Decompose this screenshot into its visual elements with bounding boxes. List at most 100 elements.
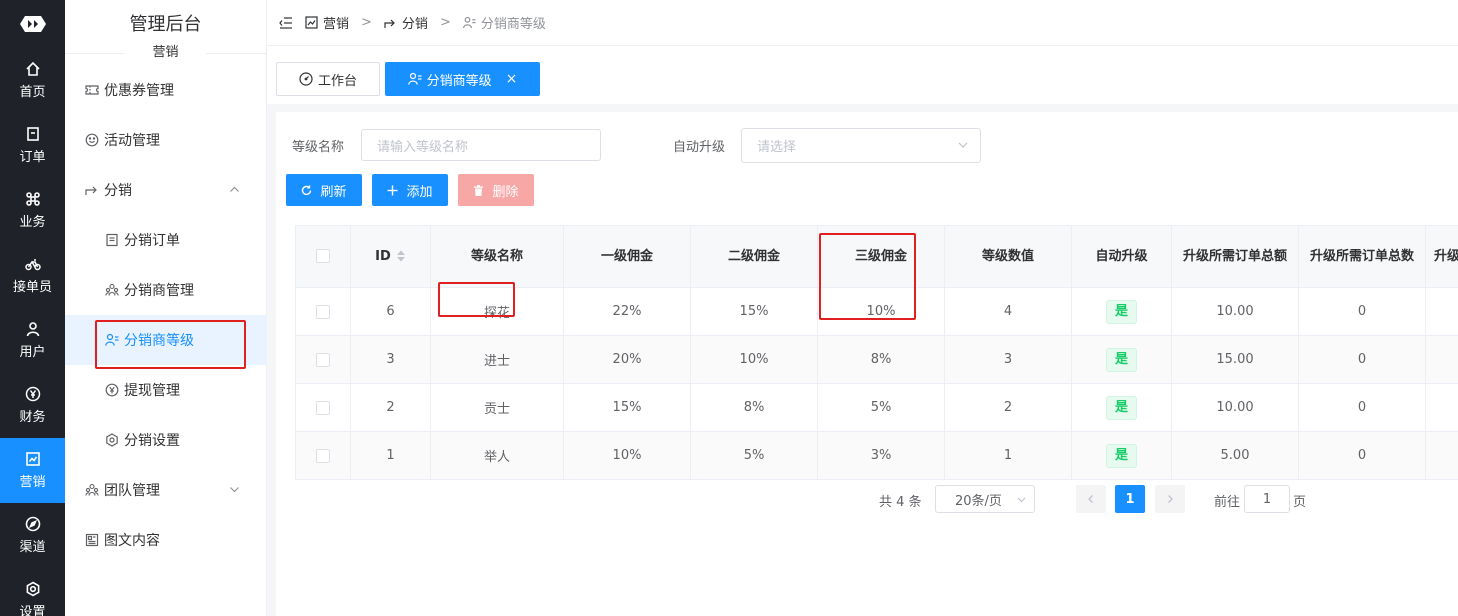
chevron-down-icon (1017, 497, 1026, 503)
auto-upgrade-tag: 是 (1105, 347, 1137, 372)
money-icon (105, 383, 119, 397)
auto-upgrade-select[interactable]: 请选择 (741, 128, 981, 163)
page-size-select[interactable]: 20条/页 (935, 485, 1035, 513)
home-icon (25, 61, 40, 76)
rail-item-label: 设置 (19, 605, 46, 616)
rail-item-label: 渠道 (19, 540, 46, 555)
sidebar-item-withdrawals[interactable]: 提现管理 (65, 365, 267, 415)
ticket-icon (85, 85, 99, 95)
sidebar-item-distribution-settings[interactable]: 分销设置 (65, 415, 267, 465)
row-select-cell[interactable] (295, 383, 351, 432)
select-all-checkbox[interactable] (316, 249, 330, 263)
cell-level-value: 2 (944, 383, 1072, 432)
content-panel: 等级名称 请输入等级名称 自动升级 请选择 刷新 添加 删除 ID 等级名称 一… (276, 112, 1458, 616)
auto-upgrade-label: 自动升级 (673, 140, 726, 155)
cell-auto-upgrade: 是 (1071, 431, 1172, 480)
add-button[interactable]: 添加 (372, 174, 448, 206)
row-checkbox[interactable] (316, 304, 330, 319)
sidebar-item-coupons[interactable]: 优惠券管理 (65, 65, 267, 115)
sidebar-item-distributor-levels[interactable]: 分销商等级 (65, 315, 267, 365)
sidebar-item-label: 分销 (104, 183, 132, 199)
next-page-button[interactable] (1155, 485, 1185, 513)
cell-commission-3: 3% (817, 431, 945, 480)
breadcrumb-item-distribution[interactable]: 分销 (384, 13, 428, 32)
row-select-cell[interactable] (295, 335, 351, 384)
rail-item-settings[interactable]: 设置 (0, 568, 65, 616)
rail-item-order[interactable]: 订单 (0, 113, 65, 178)
rail-item-finance[interactable]: 财务 (0, 373, 65, 438)
logo-icon (19, 16, 46, 32)
breadcrumb-item-marketing[interactable]: 营销 (305, 13, 349, 32)
rail-item-home[interactable]: 首页 (0, 48, 65, 113)
row-checkbox[interactable] (316, 400, 330, 415)
cell-upgrade-count: 0 (1298, 383, 1426, 432)
row-select-cell[interactable] (295, 287, 351, 336)
table-row[interactable]: 1 举人 10% 5% 3% 1 是 5.00 0 (295, 431, 1458, 480)
user-list-icon (407, 72, 422, 85)
app-logo[interactable] (0, 0, 65, 48)
rail-item-business[interactable]: 业务 (0, 178, 65, 243)
levels-table: ID 等级名称 一级佣金 二级佣金 三级佣金 等级数值 自动升级 升级所需订单总… (295, 225, 1458, 480)
row-checkbox[interactable] (316, 352, 330, 367)
cell-level-value: 3 (944, 335, 1072, 384)
sidebar-item-activities[interactable]: 活动管理 (65, 115, 267, 165)
tab-workbench[interactable]: 工作台 (276, 62, 380, 96)
tab-label: 工作台 (317, 73, 357, 89)
cell-commission-1: 10% (563, 431, 691, 480)
header-id[interactable]: ID (350, 225, 431, 288)
sidebar-item-label: 团队管理 (104, 483, 160, 499)
settings-icon (106, 433, 118, 447)
auto-upgrade-tag: 是 (1105, 299, 1137, 324)
cell-commission-2: 15% (690, 287, 818, 336)
sidebar-item-label: 分销订单 (124, 233, 180, 249)
sidebar-item-distribution-orders[interactable]: 分销订单 (65, 215, 267, 265)
delete-button[interactable]: 删除 (458, 174, 534, 206)
cell-upgrade-count: 0 (1298, 335, 1426, 384)
row-select-cell[interactable] (295, 431, 351, 480)
goto-page-input[interactable]: 1 (1244, 485, 1290, 513)
rail-item-channel[interactable]: 渠道 (0, 503, 65, 568)
cell-level-value: 1 (944, 431, 1072, 480)
article-icon (85, 533, 99, 547)
tab-close-icon[interactable]: × (506, 71, 518, 87)
refresh-button[interactable]: 刷新 (286, 174, 362, 206)
rail-item-user[interactable]: 用户 (0, 308, 65, 373)
level-name-label: 等级名称 (292, 140, 345, 155)
sidebar-item-distributor-management[interactable]: 分销商管理 (65, 265, 267, 315)
chevron-down-icon (958, 142, 968, 148)
sidebar-item-distribution[interactable]: 分销 (65, 165, 267, 215)
header-upgrade-more: 升级 (1425, 225, 1458, 288)
cell-more (1425, 335, 1458, 384)
chart-icon (305, 16, 318, 29)
rail-item-label: 接单员 (12, 280, 52, 295)
menu-collapse-icon[interactable] (279, 16, 293, 30)
yen-icon (25, 386, 40, 402)
sort-icon[interactable] (396, 250, 406, 262)
main-nav-rail: 首页 订单 业务 接单员 用户 财务 营销 渠道 设置 (0, 0, 65, 616)
bike-icon (24, 259, 41, 271)
dashboard-icon (299, 72, 313, 86)
level-name-input[interactable]: 请输入等级名称 (361, 129, 601, 161)
table-row[interactable]: 6 探花 22% 15% 10% 4 是 10.00 0 (295, 287, 1458, 336)
header-commission-2: 二级佣金 (690, 225, 818, 288)
select-all-cell[interactable] (295, 225, 351, 288)
row-checkbox[interactable] (316, 448, 330, 463)
page-number-current[interactable]: 1 (1115, 485, 1145, 513)
table-row[interactable]: 3 进士 20% 10% 8% 3 是 15.00 0 (295, 335, 1458, 384)
tab-distributor-levels[interactable]: 分销商等级 × (385, 62, 540, 96)
chevron-left-icon (1088, 495, 1093, 503)
header-upgrade-count: 升级所需订单总数 (1298, 225, 1426, 288)
rail-item-marketing[interactable]: 营销 (0, 438, 65, 503)
rail-item-courier[interactable]: 接单员 (0, 243, 65, 308)
cell-commission-2: 8% (690, 383, 818, 432)
sidebar-item-team-management[interactable]: 团队管理 (65, 465, 267, 515)
rail-item-label: 业务 (19, 215, 46, 230)
sidebar-item-label: 分销商管理 (124, 283, 194, 299)
cell-auto-upgrade: 是 (1071, 383, 1172, 432)
sidebar-item-articles[interactable]: 图文内容 (65, 515, 267, 565)
table-row[interactable]: 2 贡士 15% 8% 5% 2 是 10.00 0 (295, 383, 1458, 432)
rail-item-label: 财务 (19, 410, 46, 425)
breadcrumb-label: 分销 (401, 17, 428, 32)
cell-upgrade-amount: 10.00 (1171, 383, 1299, 432)
prev-page-button[interactable] (1076, 485, 1106, 513)
